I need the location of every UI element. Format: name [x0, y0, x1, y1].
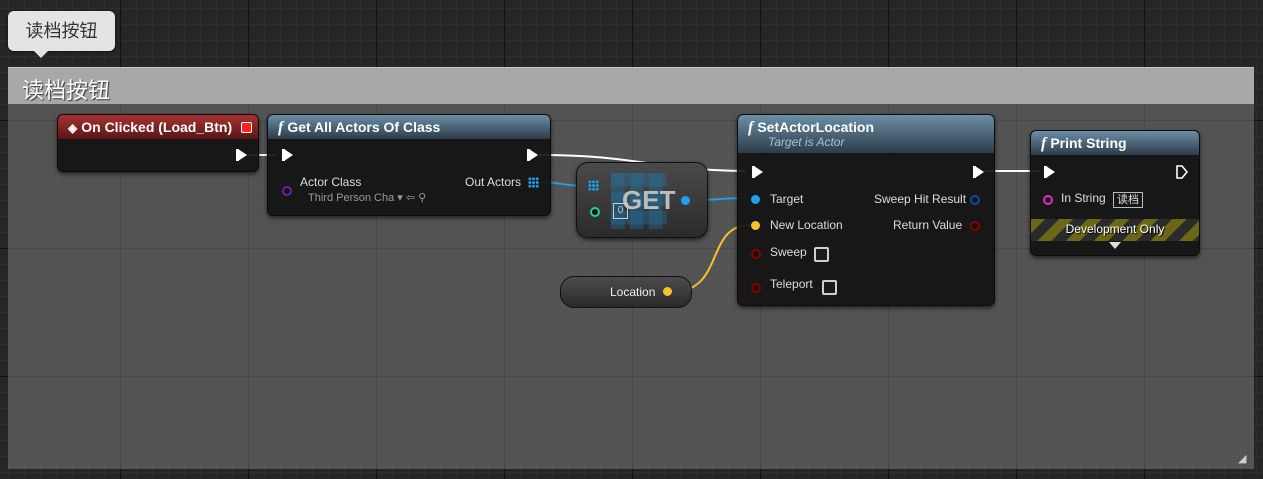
get-all-actors-header[interactable]: f Get All Actors Of Class: [268, 115, 550, 139]
exec-in-pin[interactable]: [1044, 166, 1055, 178]
on-clicked-header[interactable]: ◈ On Clicked (Load_Btn): [58, 115, 258, 139]
development-only-bar: Development Only: [1031, 219, 1199, 241]
index-field[interactable]: 0: [613, 203, 628, 219]
set-actor-location-node[interactable]: f SetActorLocation Target is Actor Target…: [737, 114, 995, 306]
array-in-pin[interactable]: [588, 180, 599, 191]
print-string-title: Print String: [1050, 135, 1127, 151]
index-pin[interactable]: [590, 207, 600, 217]
exec-out-pin[interactable]: [527, 149, 538, 161]
delegate-pin-icon[interactable]: [241, 122, 252, 133]
set-actor-location-title: SetActorLocation: [757, 119, 875, 135]
location-label: Location: [610, 285, 656, 299]
out-actors-label: Out Actors: [465, 175, 522, 189]
set-actor-location-header[interactable]: f SetActorLocation Target is Actor: [738, 115, 994, 153]
sweep-pin[interactable]: [751, 249, 761, 259]
in-string-pin[interactable]: [1043, 195, 1053, 205]
return-value-pin[interactable]: [970, 221, 980, 231]
in-string-input[interactable]: 读档: [1113, 192, 1143, 208]
get-all-actors-node[interactable]: f Get All Actors Of Class Actor Class Thi…: [267, 114, 551, 216]
get-array-node[interactable]: GET 0: [576, 162, 708, 238]
browse-arrow-icon[interactable]: ⇦: [406, 192, 415, 204]
search-icon[interactable]: ⚲: [418, 192, 426, 204]
dropdown-arrow-icon[interactable]: ▾: [397, 192, 403, 204]
function-icon: f: [1041, 135, 1047, 152]
return-value-label: Return Value: [893, 218, 963, 232]
location-variable-node[interactable]: Location: [560, 276, 692, 308]
new-location-pin[interactable]: [751, 221, 760, 230]
exec-out-pin[interactable]: [973, 166, 984, 178]
teleport-checkbox[interactable]: [822, 280, 837, 295]
set-actor-location-subtitle: Target is Actor: [768, 135, 845, 149]
array-pin-icon[interactable]: [528, 177, 539, 188]
exec-in-pin[interactable]: [282, 149, 293, 161]
target-pin[interactable]: [751, 195, 760, 204]
teleport-pin[interactable]: [751, 283, 761, 293]
sweep-checkbox[interactable]: [814, 247, 829, 262]
actor-class-combo[interactable]: Third Person Cha ▾ ⇦ ⚲: [308, 191, 426, 204]
location-out-pin[interactable]: [663, 287, 672, 296]
in-string-label: In String: [1061, 191, 1106, 205]
get-all-actors-title: Get All Actors Of Class: [287, 119, 441, 135]
function-icon: f: [278, 119, 284, 136]
on-clicked-title: On Clicked (Load_Btn): [81, 119, 233, 135]
actor-class-value: Third Person Cha: [308, 192, 395, 204]
on-clicked-node[interactable]: ◈ On Clicked (Load_Btn): [57, 114, 259, 172]
event-diamond-icon: ◈: [68, 121, 78, 135]
exec-out-pin[interactable]: [1176, 165, 1188, 179]
exec-out-pin[interactable]: [236, 149, 247, 161]
sweep-label: Sweep: [770, 245, 807, 259]
sweep-hit-result-label: Sweep Hit Result: [874, 192, 967, 206]
target-label: Target: [770, 192, 804, 206]
development-only-label: Development Only: [1065, 222, 1165, 236]
expand-arrow-icon[interactable]: [1109, 242, 1121, 249]
item-out-pin[interactable]: [681, 196, 690, 205]
actor-class-label: Actor Class: [300, 175, 362, 189]
get-title: GET: [622, 185, 676, 215]
sweep-hit-result-pin[interactable]: [970, 195, 980, 205]
actor-class-pin[interactable]: [282, 186, 292, 196]
new-location-label: New Location: [770, 218, 843, 232]
print-string-header[interactable]: f Print String: [1031, 131, 1199, 155]
print-string-node[interactable]: f Print String In String 读档 Development O…: [1030, 130, 1200, 256]
exec-in-pin[interactable]: [752, 166, 763, 178]
function-icon: f: [748, 119, 754, 136]
teleport-label: Teleport: [770, 277, 813, 291]
